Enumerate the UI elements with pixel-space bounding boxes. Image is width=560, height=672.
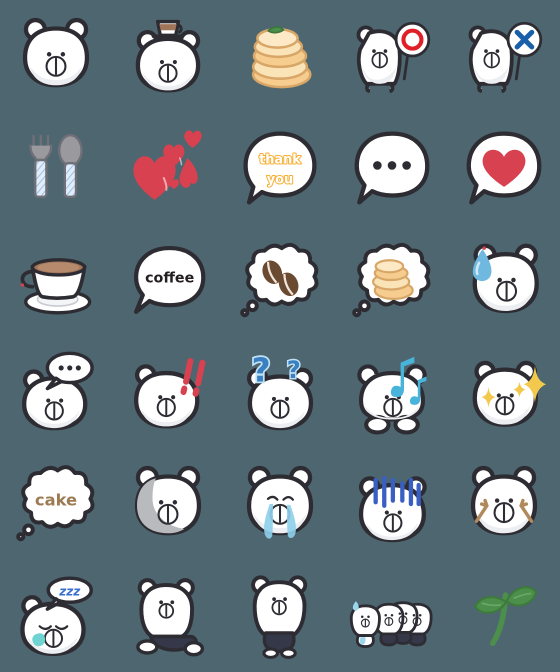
speech-bubble-ellipsis-icon: [354, 131, 430, 205]
sticker-bear-face-plain[interactable]: [0, 0, 112, 112]
fork-and-spoon-icon: [29, 134, 83, 198]
sticker-bear-question-marks[interactable]: ? ?: [224, 336, 336, 448]
zzz-text: zzz: [58, 584, 81, 598]
sticker-bubble-ellipsis[interactable]: [336, 112, 448, 224]
bear-sleeping-zzz-icon: zzz: [20, 576, 93, 656]
sticker-bear-gray-shadow[interactable]: [112, 448, 224, 560]
sticker-bubble-heart[interactable]: [448, 112, 560, 224]
pancake-stack-icon: [251, 26, 312, 89]
coffee-text: coffee: [145, 271, 194, 287]
emoji-sticker-grid: thank you coffee ? ? cake zzz: [0, 0, 560, 672]
sticker-bear-crying-single[interactable]: [224, 448, 336, 560]
sticker-thought-coffee-beans[interactable]: [224, 224, 336, 336]
cake-text: cake: [35, 491, 77, 510]
bear-group-row-icon: [349, 601, 433, 648]
sticker-sprout-plant[interactable]: [448, 560, 560, 672]
bear-music-notes-icon: [357, 356, 427, 435]
bear-with-speech-bubble-dots-icon: [22, 351, 94, 431]
svg-text:?: ?: [252, 352, 271, 390]
coffee-cup-on-head-icon: [151, 19, 185, 38]
bear-crying-icon: [246, 465, 314, 539]
sticker-thought-cake-word[interactable]: cake: [0, 448, 112, 560]
bear-face-icon: [22, 17, 90, 88]
bear-question-marks-icon: ? ?: [246, 350, 314, 431]
sticker-bear-bubble-ellipsis[interactable]: [0, 336, 112, 448]
speech-bubble-thank-you-icon: thank you: [243, 131, 317, 205]
bear-with-coffee-cup-icon: [135, 19, 201, 93]
bear-sparkles-icon: [472, 360, 547, 427]
small-speech-bubble-icon: [45, 351, 94, 391]
sticker-coffee-cup-saucer[interactable]: [0, 224, 112, 336]
sticker-bear-hands-up[interactable]: [448, 448, 560, 560]
sticker-thought-pancakes[interactable]: [336, 224, 448, 336]
thought-cloud-cake-icon: cake: [16, 465, 95, 542]
thank-text-line1: thank: [259, 153, 301, 168]
sticker-fork-and-spoon[interactable]: [0, 112, 112, 224]
coffee-cup-saucer-icon: [20, 258, 92, 315]
sticker-bubble-thank-you[interactable]: thank you: [224, 112, 336, 224]
ellipsis-dots: [373, 161, 411, 170]
sticker-bear-depressed-lines[interactable]: [336, 448, 448, 560]
sticker-bear-group-row[interactable]: [336, 560, 448, 672]
zzz-bubble-icon: zzz: [45, 576, 93, 611]
sticker-hearts-cluster[interactable]: [112, 112, 224, 224]
sticker-bear-lying-down[interactable]: [112, 560, 224, 672]
sprout-icon: [474, 586, 538, 646]
sticker-bear-sign-cross[interactable]: [448, 0, 560, 112]
thought-cloud-coffee-beans-icon: [240, 242, 319, 318]
bear-gray-gloom-icon: [134, 465, 202, 536]
sticker-bear-sleeping-zzz[interactable]: zzz: [0, 560, 112, 672]
bear-lying-down-icon: [136, 578, 205, 657]
thought-cloud-pancakes-icon: [352, 242, 431, 318]
bear-exclamation-icon: [134, 358, 206, 429]
sticker-pancake-stack[interactable]: [224, 0, 336, 112]
bear-holding-cross-sign-icon: [468, 21, 543, 94]
sticker-bear-exclamation[interactable]: [112, 336, 224, 448]
sign-paddle-cross-icon: [506, 21, 543, 81]
sticker-bear-sign-circle[interactable]: [336, 0, 448, 112]
thank-text-line2: you: [267, 172, 293, 187]
bear-raised-hands-icon: [470, 465, 538, 536]
bear-sweat-drop-icon: [472, 243, 539, 314]
sticker-bear-music-notes[interactable]: [336, 336, 448, 448]
bear-standing-dark-icon: [251, 575, 308, 659]
small-sweat-drop-icon: [352, 601, 359, 611]
sticker-bear-sparkles[interactable]: [448, 336, 560, 448]
sign-paddle-circle-icon: [394, 21, 431, 81]
hearts-cluster-icon: [133, 130, 202, 200]
sticker-bear-coffee-on-head[interactable]: [112, 0, 224, 112]
bear-gloom-lines-icon: [358, 476, 427, 543]
sticker-bear-sweat-drop[interactable]: [448, 224, 560, 336]
sticker-bear-standing-dark[interactable]: [224, 560, 336, 672]
speech-bubble-heart-icon: [466, 131, 542, 205]
bear-holding-circle-sign-icon: [356, 21, 431, 94]
speech-bubble-coffee-icon: coffee: [133, 245, 206, 315]
sticker-bubble-coffee-word[interactable]: coffee: [112, 224, 224, 336]
svg-text:?: ?: [287, 356, 301, 384]
